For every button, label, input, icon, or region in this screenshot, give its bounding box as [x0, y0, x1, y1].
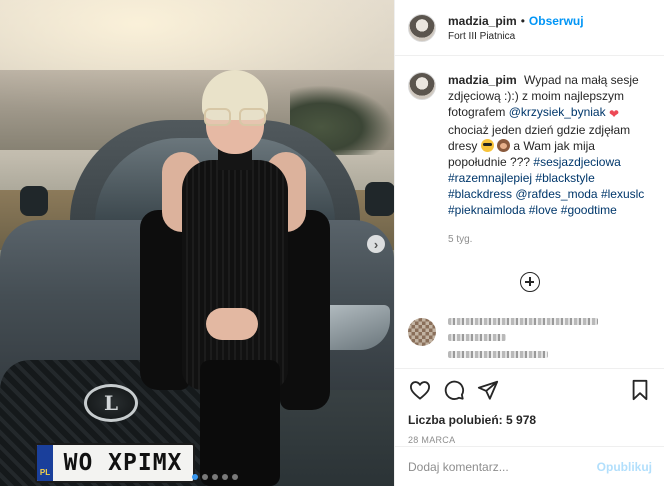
carousel-dot	[192, 474, 198, 480]
comment-icon[interactable]	[442, 378, 466, 402]
hashtag-link[interactable]: #blackstyle	[535, 171, 594, 185]
load-more-comments	[408, 272, 652, 292]
bookmark-icon[interactable]	[628, 378, 652, 402]
carousel-dots	[192, 474, 238, 480]
carousel-dot	[212, 474, 218, 480]
monkey-emoji	[497, 139, 511, 152]
car-emblem: L	[84, 384, 138, 422]
emblem-glyph: L	[103, 391, 119, 415]
comment-item	[408, 318, 652, 367]
chevron-right-icon[interactable]: ›	[367, 235, 385, 253]
plate-country: PL	[37, 445, 53, 481]
pixelated-text	[448, 351, 548, 358]
hashtag-link[interactable]: #goodtime	[561, 203, 617, 217]
caption: madzia_pim Wypad na małą sesje zdjęciową…	[408, 72, 652, 248]
post-date[interactable]: 28 MARCA	[408, 435, 652, 445]
hashtag-link[interactable]: #love	[529, 203, 558, 217]
share-icon[interactable]	[476, 378, 500, 402]
pixelated-text	[448, 334, 506, 341]
comment-input[interactable]	[408, 459, 597, 474]
mention-link[interactable]: @rafdes_moda	[515, 187, 597, 201]
likes-label: Liczba polubień:	[408, 413, 503, 427]
photo-person	[140, 60, 330, 486]
car-mirror-left	[20, 186, 48, 216]
post-photo[interactable]: L PL WO XPIMX ›	[0, 0, 394, 486]
comments-section[interactable]: madzia_pim Wypad na małą sesje zdjęciową…	[395, 57, 664, 367]
comment-avatar[interactable]	[408, 318, 436, 346]
hashtag-link[interactable]: #lexuslc	[601, 187, 644, 201]
header-text: madzia_pim • Obserwuj Fort III Piatnica	[448, 14, 584, 42]
person-dress	[182, 160, 288, 390]
post-side-panel: madzia_pim • Obserwuj Fort III Piatnica …	[394, 0, 664, 486]
comment-body-pixelated	[448, 318, 598, 367]
publish-button[interactable]: Opublikuj	[597, 460, 652, 474]
post-header: madzia_pim • Obserwuj Fort III Piatnica	[395, 0, 664, 56]
caption-username[interactable]: madzia_pim	[448, 73, 517, 87]
separator-dot: •	[520, 13, 525, 28]
hashtag-link[interactable]: #sesjazdjeciowa	[533, 155, 620, 169]
hashtag-link[interactable]: #pieknaimloda	[448, 203, 525, 217]
carousel-dot	[222, 474, 228, 480]
username-link[interactable]: madzia_pim	[448, 14, 517, 28]
carousel-dot	[202, 474, 208, 480]
caption-timestamp[interactable]: 5 tyg.	[448, 232, 652, 248]
add-comment-form: Opublikuj	[395, 446, 664, 486]
person-legs	[200, 360, 280, 486]
caption-body: madzia_pim Wypad na małą sesje zdjęciową…	[448, 72, 652, 248]
sunglasses-emoji	[480, 139, 494, 152]
plus-circle-icon[interactable]	[520, 272, 540, 292]
avatar[interactable]	[408, 13, 436, 42]
likes-count: 5 978	[506, 413, 537, 427]
carousel-dot	[232, 474, 238, 480]
heart-icon[interactable]	[408, 378, 432, 402]
car-mirror-right	[365, 182, 394, 216]
action-icon-row	[408, 379, 652, 401]
post-actions: Liczba polubień: 5 978 28 MARCA	[395, 368, 664, 445]
hashtag-link[interactable]: #blackdress	[448, 187, 512, 201]
red-heart-emoji: ❤	[608, 107, 620, 121]
mention-link[interactable]: @krzysiek_byniak	[509, 105, 606, 119]
pixelated-text	[448, 318, 598, 325]
follow-button[interactable]: Obserwuj	[529, 14, 584, 28]
person-glasses	[204, 108, 266, 126]
caption-avatar[interactable]	[408, 72, 436, 100]
likes-summary[interactable]: Liczba polubień: 5 978	[408, 413, 652, 427]
person-hands	[206, 308, 258, 340]
location-link[interactable]: Fort III Piatnica	[448, 31, 584, 42]
header-line: madzia_pim • Obserwuj	[448, 14, 584, 28]
hashtag-link[interactable]: #razemnajlepiej	[448, 171, 532, 185]
